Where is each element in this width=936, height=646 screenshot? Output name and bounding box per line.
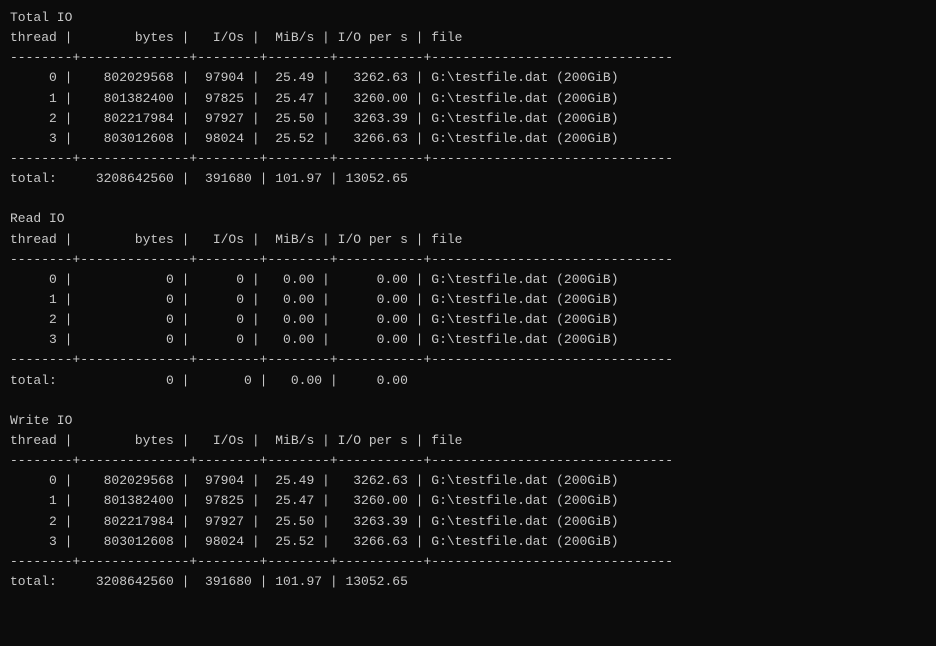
section-write-io: Write IO thread | bytes | I/Os | MiB/s |… <box>10 411 926 612</box>
section-read-io: Read IO thread | bytes | I/Os | MiB/s | … <box>10 209 926 410</box>
terminal-output: Total IO thread | bytes | I/Os | MiB/s |… <box>10 8 926 612</box>
section-total-io: Total IO thread | bytes | I/Os | MiB/s |… <box>10 8 926 209</box>
